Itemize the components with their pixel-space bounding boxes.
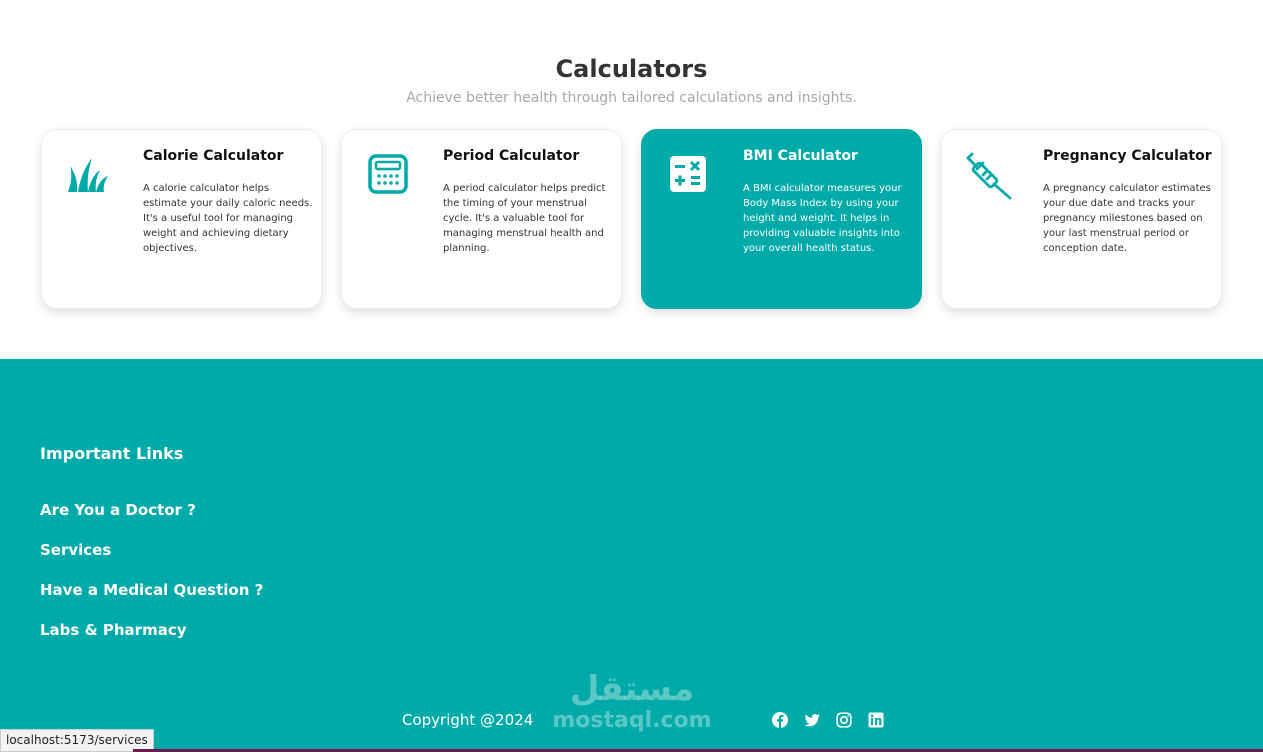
calorie-calculator-card[interactable]: Calorie Calculator A calorie calculator … xyxy=(41,129,322,309)
pregnancy-calculator-card[interactable]: Pregnancy Calculator A pregnancy calcula… xyxy=(941,129,1222,309)
link-medical-question[interactable]: Have a Medical Question ? xyxy=(40,578,263,618)
footer-heading: Important Links xyxy=(40,444,184,463)
facebook-icon[interactable] xyxy=(772,712,788,728)
social-links xyxy=(772,712,884,728)
card-description: A BMI calculator measures your Body Mass… xyxy=(743,183,902,254)
section-subtitle: Achieve better health through tailored c… xyxy=(406,90,857,106)
card-title: Period Calculator xyxy=(443,148,580,164)
link-labs-pharmacy[interactable]: Labs & Pharmacy xyxy=(40,618,263,658)
copyright-text: Copyright @2024 xyxy=(402,711,534,729)
card-title: BMI Calculator xyxy=(743,148,858,164)
bmi-calculator-card[interactable]: BMI Calculator A BMI calculator measures… xyxy=(641,129,922,309)
watermark-latin: mostaql.com xyxy=(552,708,712,733)
card-title: Calorie Calculator xyxy=(143,148,284,164)
instagram-icon[interactable] xyxy=(836,712,852,728)
card-description: A pregnancy calculator estimates your du… xyxy=(1043,183,1211,254)
footer: Important Links Are You a Doctor ? Servi… xyxy=(0,359,1263,752)
period-calculator-card[interactable]: Period Calculator A period calculator he… xyxy=(341,129,622,309)
footer-links: Are You a Doctor ? Services Have a Medic… xyxy=(40,498,263,658)
linkedin-icon[interactable] xyxy=(868,712,884,728)
grass-icon xyxy=(66,152,110,196)
twitter-icon[interactable] xyxy=(804,712,820,728)
status-bar-url: localhost:5173/services xyxy=(0,729,154,752)
card-title: Pregnancy Calculator xyxy=(1043,148,1212,164)
card-description: A period calculator helps predict the ti… xyxy=(443,183,606,254)
link-are-you-a-doctor[interactable]: Are You a Doctor ? xyxy=(40,498,263,538)
mostaql-watermark: مستقل mostaql.com xyxy=(552,669,712,733)
section-title: Calculators xyxy=(555,55,708,83)
link-services[interactable]: Services xyxy=(40,538,263,578)
card-description: A calorie calculator helps estimate your… xyxy=(143,183,313,254)
calculator-icon xyxy=(366,152,410,196)
watermark-arabic: مستقل xyxy=(569,669,695,709)
math-operations-icon xyxy=(666,152,710,196)
calculators-section: Calculators Achieve better health throug… xyxy=(0,0,1263,359)
syringe-icon xyxy=(966,152,1012,200)
